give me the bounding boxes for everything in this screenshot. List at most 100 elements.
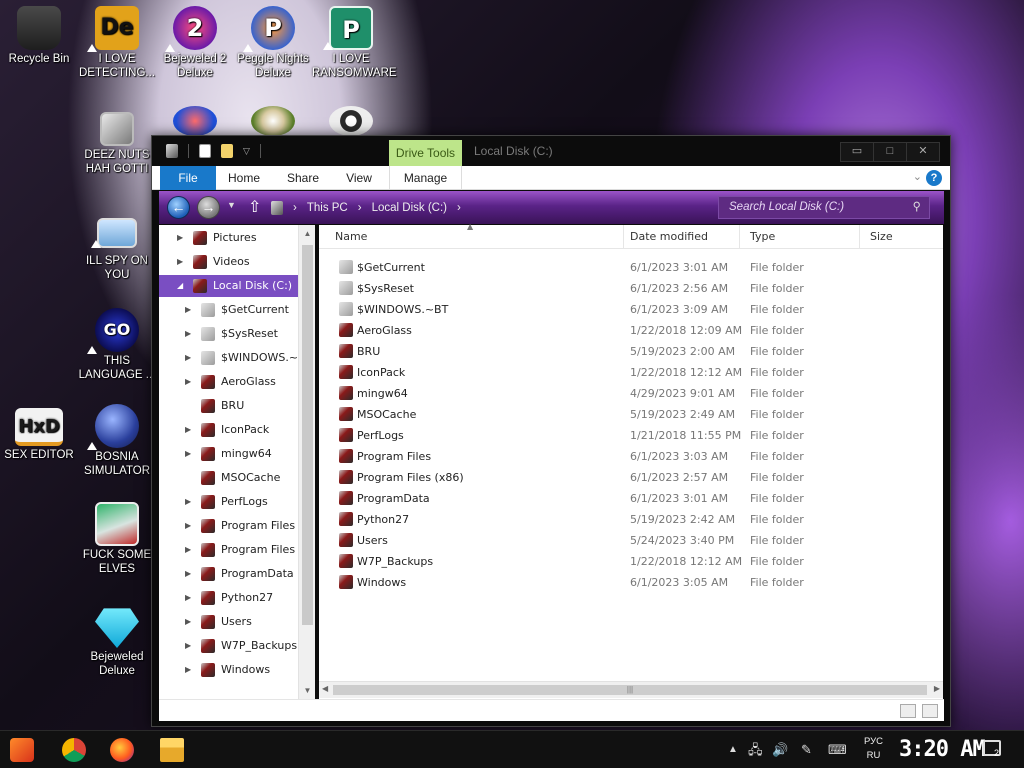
nav-item-folder[interactable]: ▶ W7P_Backups	[159, 635, 315, 657]
firefox-icon[interactable]	[110, 738, 134, 762]
nav-item-folder[interactable]: ▶ Program Files (x	[159, 539, 315, 561]
expand-arrow-icon[interactable]: ▶	[185, 563, 191, 585]
table-row[interactable]: $SysReset 6/1/2023 2:56 AM File folder	[319, 278, 943, 299]
breadcrumb-chevron-icon[interactable]: ›	[358, 202, 362, 214]
expand-arrow-icon[interactable]: ▶	[185, 419, 191, 441]
table-row[interactable]: Users 5/24/2023 3:40 PM File folder	[319, 530, 943, 551]
expand-arrow-icon[interactable]: ▶	[177, 227, 183, 249]
nav-item-videos[interactable]: ▶ Videos	[159, 251, 315, 273]
expand-arrow-icon[interactable]: ▶	[185, 611, 191, 633]
search-input[interactable]: Search Local Disk (C:) ⚲	[718, 196, 930, 219]
scrollbar-thumb[interactable]	[302, 245, 313, 625]
desktop-icon-i-love-detecting[interactable]: De I LOVE DETECTING...	[78, 6, 156, 80]
desktop-icon-ill-spy-on-you[interactable]: ILL SPY ON YOU	[78, 212, 156, 282]
nav-item-folder[interactable]: ▶ Windows	[159, 659, 315, 681]
horizontal-scrollbar[interactable]: ◀ ||| ▶	[319, 681, 943, 698]
expand-arrow-icon[interactable]: ▶	[185, 371, 191, 393]
table-row[interactable]: BRU 5/19/2023 2:00 AM File folder	[319, 341, 943, 362]
large-icons-view-icon[interactable]	[922, 704, 938, 718]
help-icon[interactable]: ?	[926, 170, 942, 186]
breadcrumb-this-pc[interactable]: This PC	[307, 202, 348, 214]
up-button[interactable]: ⇧	[248, 197, 261, 217]
clock[interactable]: 3:20 AM	[899, 733, 986, 767]
new-folder-icon[interactable]	[221, 144, 233, 158]
scrollbar-thumb[interactable]: |||	[333, 685, 927, 695]
nav-item-folder[interactable]: MSOCache	[159, 467, 315, 489]
table-row[interactable]: $GetCurrent 6/1/2023 3:01 AM File folder	[319, 257, 943, 278]
pen-icon[interactable]: ✎	[801, 731, 812, 768]
tab-home[interactable]: Home	[220, 166, 268, 190]
expand-ribbon-icon[interactable]: ⌄	[913, 170, 922, 183]
nav-item-folder[interactable]: ▶ Users	[159, 611, 315, 633]
network-icon[interactable]: 🖧	[748, 731, 763, 768]
expand-arrow-icon[interactable]: ▶	[185, 539, 191, 561]
scroll-down-icon[interactable]: ▼	[302, 685, 313, 696]
column-header-type[interactable]: Type	[740, 225, 860, 249]
expand-arrow-icon[interactable]: ▶	[185, 587, 191, 609]
table-row[interactable]: $WINDOWS.~BT 6/1/2023 3:09 AM File folde…	[319, 299, 943, 320]
table-row[interactable]: MSOCache 5/19/2023 2:49 AM File folder	[319, 404, 943, 425]
nav-item-folder[interactable]: ▶ ProgramData	[159, 563, 315, 585]
expand-arrow-icon[interactable]: ▶	[177, 251, 183, 273]
start-icon[interactable]	[10, 738, 34, 762]
back-button[interactable]: ←	[167, 196, 190, 219]
desktop-icon-gear-partial[interactable]	[312, 106, 390, 138]
keyboard-icon[interactable]: ⌨	[828, 731, 847, 768]
recent-locations-icon[interactable]: ▼	[227, 200, 236, 210]
table-row[interactable]: IconPack 1/22/2018 12:12 AM File folder	[319, 362, 943, 383]
desktop-icon-recycle-bin[interactable]: Recycle Bin	[0, 6, 78, 66]
show-hidden-icons-icon[interactable]: ▲	[728, 731, 738, 768]
maximize-button[interactable]: □	[873, 142, 907, 162]
table-row[interactable]: Program Files 6/1/2023 3:03 AM File fold…	[319, 446, 943, 467]
expand-arrow-icon[interactable]: ▶	[185, 515, 191, 537]
nav-item-folder[interactable]: ▶ $SysReset	[159, 323, 315, 345]
notification-icon[interactable]: 2	[983, 740, 1001, 758]
table-row[interactable]: ProgramData 6/1/2023 3:01 AM File folder	[319, 488, 943, 509]
breadcrumb-chevron-icon[interactable]: ›	[293, 202, 297, 214]
desktop-icon-i-love-ransomware[interactable]: P I LOVE RANSOMWARE	[312, 6, 397, 80]
chevron-down-icon[interactable]: ▽	[243, 146, 250, 157]
nav-pane-scrollbar[interactable]: ▲ ▼	[298, 225, 315, 699]
minimize-button[interactable]: ▭	[840, 142, 874, 162]
nav-item-folder[interactable]: ▶ $WINDOWS.~	[159, 347, 315, 369]
expand-arrow-icon[interactable]: ▶	[185, 659, 191, 681]
breadcrumb[interactable]: › This PC › Local Disk (C:) ›	[271, 196, 709, 219]
column-header-size[interactable]: Size	[860, 225, 943, 249]
table-row[interactable]: W7P_Backups 1/22/2018 12:12 AM File fold…	[319, 551, 943, 572]
column-header-date-modified[interactable]: Date modified	[620, 225, 740, 249]
desktop-icon-bejeweled-2[interactable]: 2 Bejeweled 2 Deluxe	[156, 6, 234, 80]
nav-item-folder[interactable]: ▶ $GetCurrent	[159, 299, 315, 321]
scroll-up-icon[interactable]: ▲	[302, 228, 313, 239]
file-explorer-icon[interactable]	[160, 738, 184, 762]
scroll-right-icon[interactable]: ▶	[934, 684, 940, 693]
properties-icon[interactable]	[199, 144, 211, 158]
table-row[interactable]: Windows 6/1/2023 3:05 AM File folder	[319, 572, 943, 593]
tab-file[interactable]: File	[160, 166, 216, 190]
nav-item-folder[interactable]: ▶ IconPack	[159, 419, 315, 441]
expand-arrow-icon[interactable]: ▶	[185, 443, 191, 465]
desktop-icon-peggle-nights[interactable]: P Peggle Nights Deluxe	[234, 6, 312, 80]
nav-item-local-disk[interactable]: ◢ Local Disk (C:)	[159, 275, 315, 297]
language-indicator[interactable]: РУС RU	[864, 735, 883, 763]
tab-drive-tools[interactable]: Drive Tools	[389, 140, 462, 166]
expand-arrow-icon[interactable]: ▶	[185, 299, 191, 321]
title-bar[interactable]: ▽ Drive Tools Local Disk (C:) ▭ □ ✕	[152, 136, 950, 166]
nav-item-folder[interactable]: ▶ PerfLogs	[159, 491, 315, 513]
expand-arrow-icon[interactable]: ▶	[185, 635, 191, 657]
breadcrumb-chevron-icon[interactable]: ›	[457, 202, 461, 214]
expand-arrow-icon[interactable]: ▶	[185, 347, 191, 369]
desktop-icon-bejeweled-deluxe[interactable]: Bejeweled Deluxe	[78, 604, 156, 678]
expand-arrow-icon[interactable]: ▶	[185, 323, 191, 345]
desktop-icon-bejeweled-3-partial[interactable]	[156, 106, 234, 138]
desktop-icon-sex-editor[interactable]: HxD SEX EDITOR	[0, 408, 78, 462]
details-view-icon[interactable]	[900, 704, 916, 718]
desktop-icon-fuck-some-elves[interactable]: FUCK SOME ELVES	[78, 502, 156, 576]
table-row[interactable]: mingw64 4/29/2023 9:01 AM File folder	[319, 383, 943, 404]
nav-item-pictures[interactable]: ▶ Pictures	[159, 227, 315, 249]
table-row[interactable]: Python27 5/19/2023 2:42 AM File folder	[319, 509, 943, 530]
nav-item-folder[interactable]: ▶ AeroGlass	[159, 371, 315, 393]
table-row[interactable]: AeroGlass 1/22/2018 12:09 AM File folder	[319, 320, 943, 341]
breadcrumb-local-disk[interactable]: Local Disk (C:)	[372, 202, 447, 214]
nav-item-folder[interactable]: BRU	[159, 395, 315, 417]
tab-share[interactable]: Share	[278, 166, 328, 190]
